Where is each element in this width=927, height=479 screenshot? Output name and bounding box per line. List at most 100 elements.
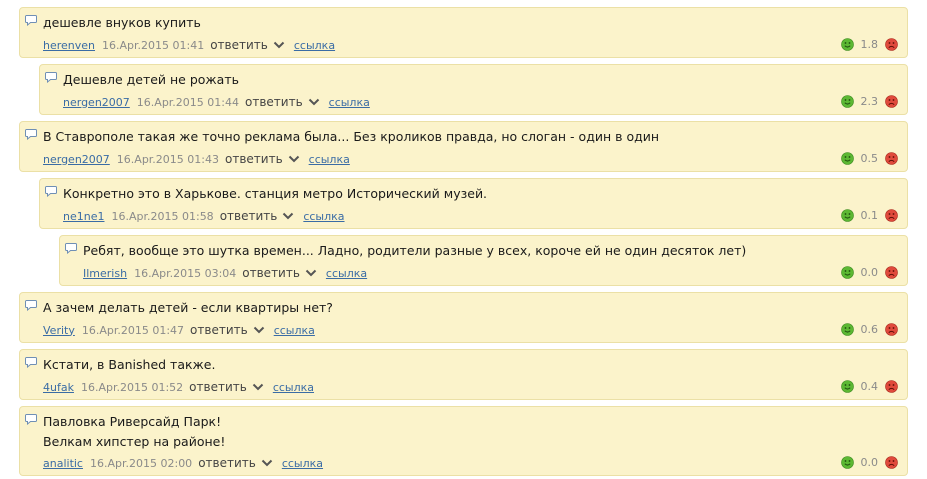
reply-button[interactable]: ответить [225,152,283,166]
comment-text: Павловка Риверсайд Парк! Велкам хипстер … [43,414,226,449]
comment-date: 16.Apr.2015 01:43 [116,152,219,166]
comment-text: дешевле внуков купить [43,15,201,30]
comment-8: Павловка Риверсайд Парк! Велкам хипстер … [19,406,908,476]
comment-meta: herenven 16.Apr.2015 01:41 ответить ссыл… [43,37,335,53]
speech-bubble-icon [25,300,37,311]
vote-up-icon[interactable] [840,455,854,469]
vote-down-icon[interactable] [885,379,898,393]
comment-meta: Ilmerish 16.Apr.2015 03:04 ответить ссыл… [83,265,367,281]
reply-button[interactable]: ответить [220,209,278,223]
permalink-link[interactable]: ссылка [329,96,370,109]
author-link[interactable]: 4ufak [43,381,74,394]
vote-up-icon[interactable] [840,322,854,336]
comment-thread: дешевле внуков купить herenven 16.Apr.20… [0,0,927,479]
vote-down-icon[interactable] [885,151,898,165]
comment-meta: nergen2007 16.Apr.2015 01:44 ответить сс… [63,94,370,110]
speech-bubble-icon [25,414,37,425]
comment-date: 16.Apr.2015 02:00 [89,456,193,470]
comment-4: Конкретно это в Харькове. станция метро … [39,178,908,229]
comment-date: 16.Apr.2015 01:41 [102,38,205,52]
vote-control: 0.5 [840,150,899,166]
comment-5: Ребят, вообще это шутка времен... Ладно,… [59,235,908,286]
author-link[interactable]: Ilmerish [83,267,127,280]
vote-down-icon[interactable] [885,322,898,336]
comment-2: Дешевле детей не рожать nergen2007 16.Ap… [39,64,908,115]
comment-date: 16.Apr.2015 01:58 [111,209,214,223]
vote-down-icon[interactable] [885,94,898,108]
chevron-down-icon[interactable] [273,41,285,49]
vote-score: 0.6 [860,322,879,336]
vote-up-icon[interactable] [840,94,854,108]
vote-score: 0.0 [860,265,879,279]
vote-up-icon[interactable] [840,151,854,165]
chevron-down-icon[interactable] [252,383,264,391]
chevron-down-icon[interactable] [261,459,273,467]
vote-up-icon[interactable] [840,208,854,222]
vote-score: 0.0 [860,455,879,469]
permalink-link[interactable]: ссылка [326,267,367,280]
permalink-link[interactable]: ссылка [303,210,344,223]
vote-down-icon[interactable] [885,208,898,222]
vote-score: 0.5 [860,151,879,165]
chevron-down-icon[interactable] [305,269,317,277]
vote-up-icon[interactable] [840,37,854,51]
comment-7: Кстати, в Banished также. 4ufak 16.Apr.2… [19,349,908,400]
permalink-link[interactable]: ссылка [273,381,314,394]
comment-6: А зачем делать детей - если квартиры нет… [19,292,908,343]
author-link[interactable]: analitic [43,457,83,470]
comment-3: В Ставрополе такая же точно реклама была… [19,121,908,172]
speech-bubble-icon [25,357,37,368]
comment-text: Дешевле детей не рожать [63,72,239,87]
chevron-down-icon[interactable] [288,155,300,163]
comment-text: Конкретно это в Харькове. станция метро … [63,186,488,201]
comment-text: В Ставрополе такая же точно реклама была… [43,129,660,144]
author-link[interactable]: nergen2007 [43,153,110,166]
chevron-down-icon[interactable] [253,326,265,334]
comment-meta: Verity 16.Apr.2015 01:47 ответить ссылка [43,322,315,338]
vote-up-icon[interactable] [840,265,854,279]
vote-down-icon[interactable] [885,455,898,469]
vote-control: 1.8 [840,36,899,52]
vote-down-icon[interactable] [885,37,898,51]
comment-date: 16.Apr.2015 01:52 [80,380,184,394]
speech-bubble-icon [65,243,77,254]
vote-score: 1.8 [860,37,879,51]
comment-date: 16.Apr.2015 03:04 [134,266,237,280]
permalink-link[interactable]: ссылка [294,39,335,52]
vote-up-icon[interactable] [840,379,854,393]
reply-button[interactable]: ответить [210,38,268,52]
speech-bubble-icon [25,129,37,140]
vote-control: 0.0 [840,454,899,470]
vote-score: 2.3 [860,94,879,108]
comment-text: Ребят, вообще это шутка времен... Ладно,… [83,243,747,258]
comment-date: 16.Apr.2015 01:44 [136,95,239,109]
comment-meta: ne1ne1 16.Apr.2015 01:58 ответить ссылка [63,208,345,224]
permalink-link[interactable]: ссылка [282,457,323,470]
vote-down-icon[interactable] [885,265,898,279]
comment-date: 16.Apr.2015 01:47 [81,323,185,337]
vote-score: 0.1 [860,208,879,222]
speech-bubble-icon [25,15,37,26]
reply-button[interactable]: ответить [198,456,256,470]
author-link[interactable]: Verity [43,324,75,337]
reply-button[interactable]: ответить [242,266,300,280]
reply-button[interactable]: ответить [245,95,303,109]
author-link[interactable]: herenven [43,39,95,52]
speech-bubble-icon [45,72,57,83]
author-link[interactable]: nergen2007 [63,96,130,109]
comment-meta: analitic 16.Apr.2015 02:00 ответить ссыл… [43,455,323,471]
comment-meta: 4ufak 16.Apr.2015 01:52 ответить ссылка [43,379,314,395]
vote-control: 0.6 [840,321,899,337]
chevron-down-icon[interactable] [308,98,320,106]
comment-1: дешевле внуков купить herenven 16.Apr.20… [19,7,908,58]
reply-button[interactable]: ответить [189,380,247,394]
reply-button[interactable]: ответить [190,323,248,337]
author-link[interactable]: ne1ne1 [63,210,104,223]
vote-score: 0.4 [860,379,879,393]
vote-control: 2.3 [840,93,899,109]
permalink-link[interactable]: ссылка [309,153,350,166]
chevron-down-icon[interactable] [282,212,294,220]
permalink-link[interactable]: ссылка [274,324,315,337]
vote-control: 0.1 [840,207,899,223]
comment-text: Кстати, в Banished также. [43,357,216,372]
